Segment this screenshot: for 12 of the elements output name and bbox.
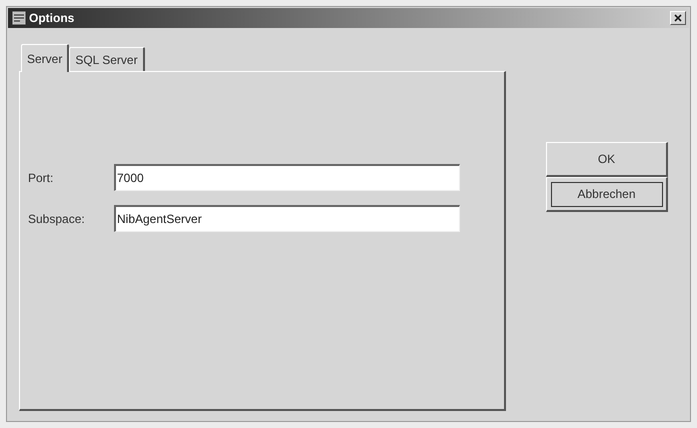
dialog-button[interactable]: Abbrechen — [546, 177, 668, 212]
text-field[interactable]: 7000 — [114, 164, 460, 191]
app-icon — [11, 10, 27, 26]
tab[interactable]: Server — [21, 44, 70, 72]
field-label: Subspace: — [28, 210, 86, 228]
window-title: Options — [29, 10, 74, 27]
tab[interactable]: SQL Server — [69, 47, 145, 71]
close-button[interactable] — [670, 11, 686, 25]
text-field[interactable]: NibAgentServer — [114, 205, 460, 232]
close-icon — [674, 14, 682, 22]
dialog-button[interactable]: OK — [546, 142, 668, 177]
field-label: Port: — [28, 170, 54, 186]
